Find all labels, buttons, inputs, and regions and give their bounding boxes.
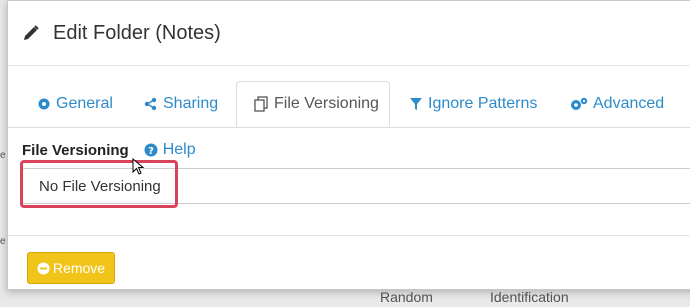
field-label: File Versioning	[22, 141, 129, 159]
highlight-annotation	[20, 160, 178, 208]
gears-icon	[571, 97, 588, 110]
background-text: Identification	[490, 289, 569, 305]
tab-label: Sharing	[163, 95, 219, 112]
tab-sharing[interactable]: Sharing	[144, 81, 218, 127]
help-link[interactable]: ? Help	[144, 141, 196, 159]
gear-icon	[38, 98, 50, 110]
share-icon	[144, 97, 157, 111]
background-text: e	[0, 236, 6, 247]
modal-header: Edit Folder (Notes)	[8, 1, 690, 66]
pencil-icon	[24, 25, 39, 40]
edit-folder-modal: Edit Folder (Notes) General Sharing File…	[7, 0, 690, 290]
mouse-cursor-icon	[132, 158, 145, 175]
remove-button[interactable]: Remove	[27, 252, 115, 284]
versioning-field-row: File Versioning ? Help	[22, 141, 196, 159]
filter-icon	[410, 98, 422, 110]
question-circle-icon: ?	[144, 143, 158, 157]
footer-divider	[8, 235, 690, 236]
tab-bar: General Sharing File Versioning Ignore P…	[8, 81, 690, 128]
tab-label: Ignore Patterns	[428, 95, 538, 112]
tab-ignore-patterns[interactable]: Ignore Patterns	[409, 81, 537, 127]
tab-advanced[interactable]: Advanced	[570, 81, 664, 127]
minus-circle-icon	[37, 262, 50, 274]
tab-file-versioning[interactable]: File Versioning	[236, 81, 390, 127]
tab-label: Advanced	[593, 95, 665, 112]
background-text: e	[0, 150, 6, 161]
copy-icon	[254, 96, 268, 112]
tab-label: General	[56, 95, 113, 112]
remove-label: Remove	[52, 260, 106, 276]
tab-general[interactable]: General	[37, 81, 113, 127]
tab-label: File Versioning	[274, 95, 379, 112]
background-text: Random	[380, 289, 433, 305]
modal-title: Edit Folder (Notes)	[53, 21, 221, 44]
help-label: Help	[162, 141, 196, 158]
svg-text:?: ?	[148, 146, 154, 157]
